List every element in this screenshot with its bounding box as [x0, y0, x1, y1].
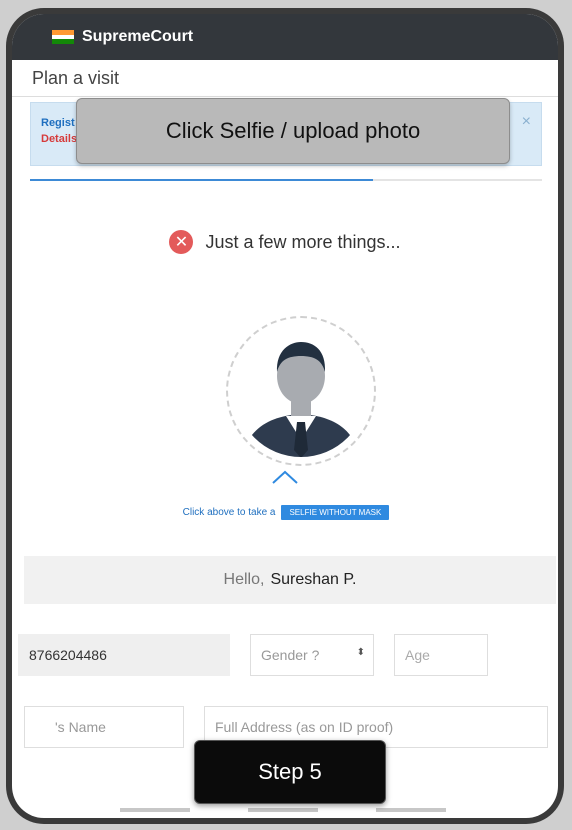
select-arrow-icon: ⬍: [356, 647, 365, 658]
alert-line-2: Details: [41, 133, 78, 145]
close-icon[interactable]: ×: [522, 113, 531, 131]
progress-bar: [30, 179, 542, 181]
step-label: Step 5: [194, 740, 386, 804]
alert-line-1: Regist: [41, 117, 75, 129]
progress-fill: [30, 179, 374, 181]
tooltip-overlay: Click Selfie / upload photo: [76, 98, 510, 164]
greeting-name: Sureshan P.: [270, 571, 357, 588]
chevron-up-icon[interactable]: [270, 468, 300, 486]
app-bar: SupremeCourt: [12, 14, 558, 60]
india-flag-icon: [52, 30, 74, 45]
phone-number-field[interactable]: 8766204486: [18, 634, 230, 676]
greeting-banner: Hello, Sureshan P.: [24, 556, 556, 604]
error-circle-icon: ✕: [169, 230, 194, 254]
person-avatar-icon: [235, 325, 367, 457]
selfie-hint: Click above to take a: [182, 507, 276, 518]
relative-name-field[interactable]: 's Name: [24, 706, 184, 748]
page-subtitle: Plan a visit: [12, 60, 558, 97]
selfie-without-mask-button[interactable]: SELFIE WITHOUT MASK: [281, 505, 390, 520]
prompt-row: ✕ Just a few more things...: [12, 230, 558, 254]
selfie-instruction: Click above to take a SELFIE WITHOUT MAS…: [0, 505, 572, 520]
selfie-avatar[interactable]: [226, 316, 376, 466]
app-title: SupremeCourt: [82, 28, 194, 45]
age-field[interactable]: Age: [394, 634, 488, 676]
bottom-nav-hint: [120, 808, 500, 812]
prompt-text: Just a few more things...: [205, 231, 401, 252]
gender-select[interactable]: Gender ? ⬍: [250, 634, 374, 676]
phone-frame: SupremeCourt Plan a visit Regist Details…: [6, 8, 564, 824]
greeting-prefix: Hello,: [223, 571, 265, 588]
gender-placeholder: Gender ?: [261, 647, 320, 663]
